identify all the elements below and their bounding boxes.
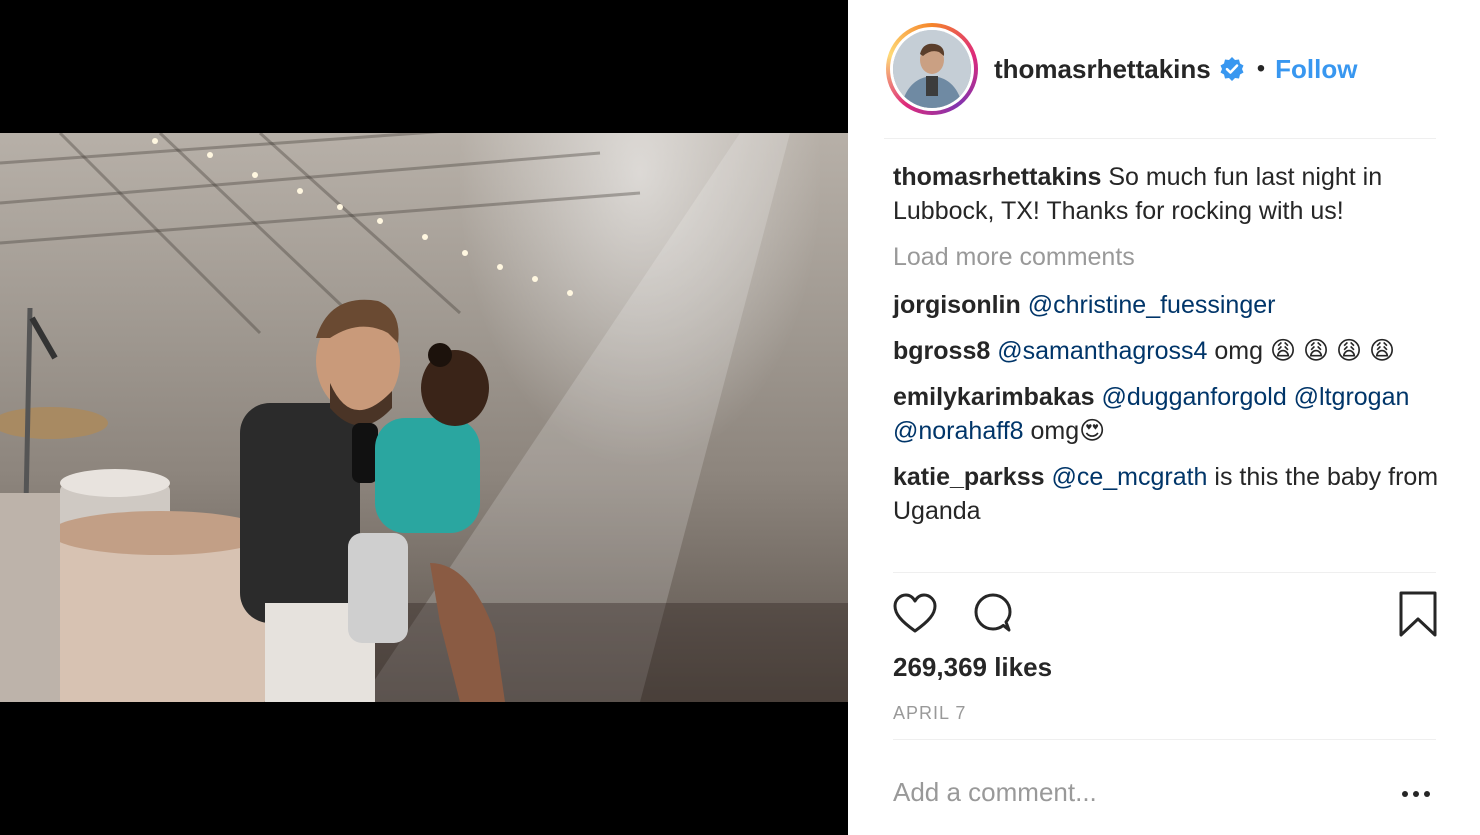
username[interactable]: thomasrhettakins: [994, 54, 1211, 85]
separator-dot: •: [1256, 55, 1266, 82]
heart-icon[interactable]: [891, 590, 939, 638]
instagram-post-modal: thomasrhettakins • Follow thomasrhettaki…: [0, 0, 1480, 835]
add-comment-input[interactable]: [893, 770, 1393, 814]
comments-section: thomasrhettakins So much fun last night …: [893, 160, 1445, 540]
list-item: emilykarimbakas @dugganforgold @ltgrogan…: [893, 380, 1445, 448]
post-date[interactable]: APRIL 7: [893, 703, 966, 724]
verified-badge-icon: [1219, 56, 1245, 82]
caption: thomasrhettakins So much fun last night …: [893, 160, 1445, 228]
comment-bubble-icon[interactable]: [969, 590, 1017, 638]
list-item: bgross8 @samanthagross4 omg 😩 😩 😩 😩: [893, 334, 1445, 368]
header-user-row: thomasrhettakins • Follow: [994, 54, 1357, 85]
divider: [893, 572, 1436, 573]
divider: [893, 739, 1436, 740]
bookmark-icon[interactable]: [1394, 590, 1442, 638]
avatar[interactable]: [893, 30, 971, 108]
avatar-frame: [890, 27, 974, 111]
list-item: jorgisonlin @christine_fuessinger: [893, 288, 1445, 322]
comment-username[interactable]: emilykarimbakas: [893, 383, 1095, 411]
concert-photo-illustration: [0, 133, 848, 702]
action-bar: [893, 590, 1438, 642]
comment-mentions[interactable]: @christine_fuessinger: [1028, 291, 1276, 319]
load-more-comments-button[interactable]: Load more comments: [893, 240, 1445, 274]
media-pane: [0, 0, 848, 835]
avatar-story-ring[interactable]: [886, 23, 978, 115]
comment-mentions[interactable]: @ce_mcgrath: [1051, 463, 1207, 491]
likes-count[interactable]: 269,369 likes: [893, 652, 1052, 683]
comment-username[interactable]: jorgisonlin: [893, 291, 1021, 319]
comment-username[interactable]: katie_parkss: [893, 463, 1045, 491]
comment-text: omg 😩 😩 😩 😩: [1207, 337, 1396, 365]
comment-username[interactable]: bgross8: [893, 337, 990, 365]
list-item: katie_parkss @ce_mcgrath is this the bab…: [893, 460, 1445, 528]
post-photo[interactable]: [0, 133, 848, 702]
post-header: thomasrhettakins • Follow: [884, 0, 1436, 139]
comment-text: omg😍: [1023, 417, 1106, 445]
follow-button[interactable]: Follow: [1275, 54, 1357, 85]
more-options-icon[interactable]: [1396, 781, 1436, 807]
avatar-illustration: [893, 30, 971, 108]
comment-mentions[interactable]: @samanthagross4: [997, 337, 1207, 365]
caption-username[interactable]: thomasrhettakins: [893, 163, 1101, 191]
post-sidebar: thomasrhettakins • Follow thomasrhettaki…: [848, 0, 1480, 835]
